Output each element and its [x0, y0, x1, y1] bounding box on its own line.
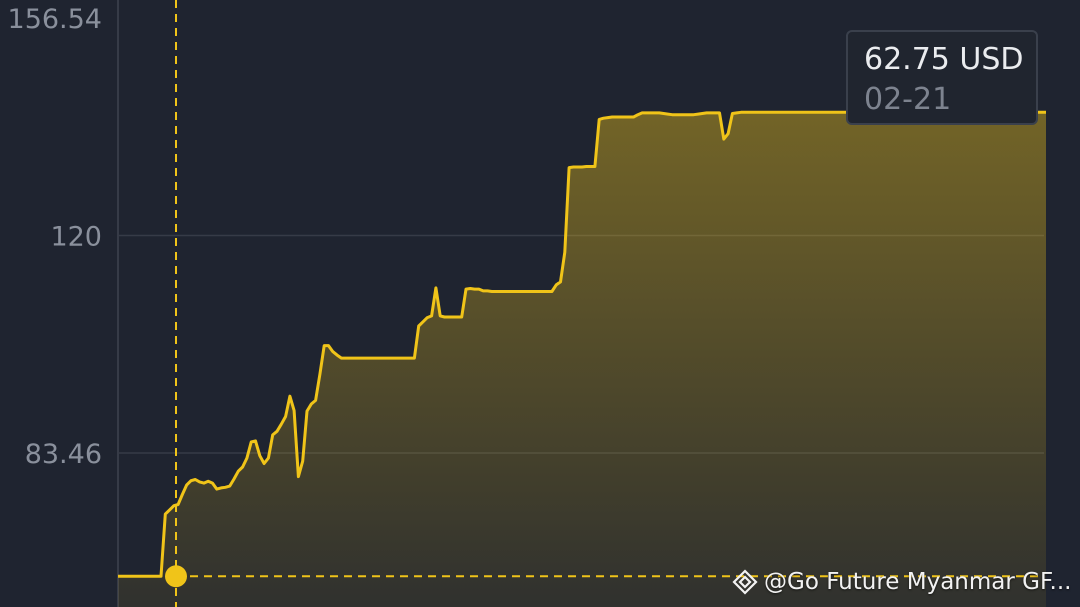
price-chart[interactable]: 156.54 120 83.46 62.75 USD 02-21 @Go Futur…: [0, 0, 1080, 607]
y-tick-label: 83.46: [25, 439, 102, 470]
tooltip-date: 02-21: [864, 82, 952, 117]
crosshair-point-marker[interactable]: [165, 565, 187, 588]
tooltip-price-value: 62.75 USD: [864, 42, 1024, 77]
watermark: @Go Future Myanmar GF...: [732, 565, 1071, 599]
y-tick-label: 156.54: [8, 4, 102, 35]
y-axis-ticks: 156.54 120 83.46: [8, 4, 102, 470]
price-tooltip: 62.75 USD 02-21: [846, 30, 1038, 125]
watermark-text: @Go Future Myanmar GF...: [764, 569, 1072, 595]
price-area-fill: [118, 112, 1046, 607]
y-tick-label: 120: [50, 222, 102, 253]
binance-square-logo-icon: [732, 569, 758, 595]
